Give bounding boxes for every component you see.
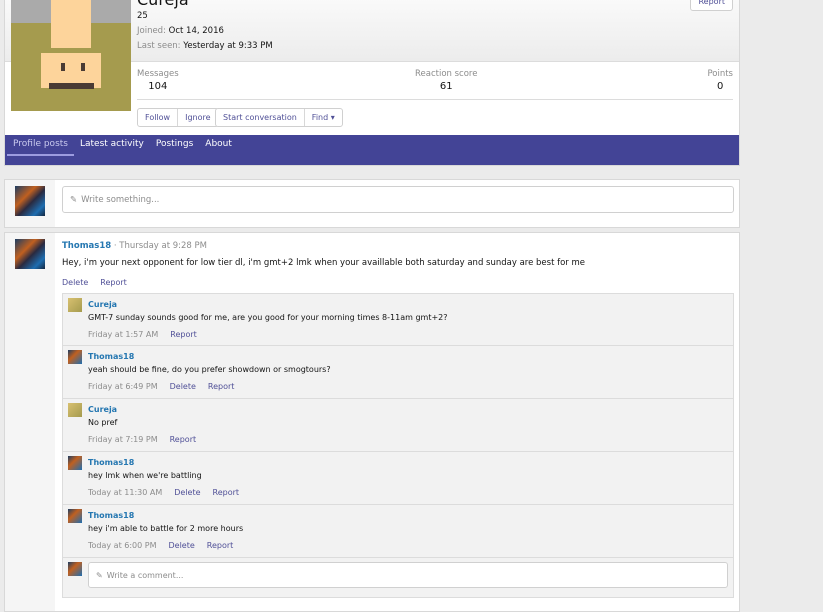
stat-points[interactable]: Points 0: [707, 69, 733, 92]
username: Cureja: [137, 0, 189, 9]
pencil-icon: ✎: [70, 194, 78, 205]
composer-placeholder: Write something...: [81, 194, 160, 205]
profile-header: Cureja 25 Joined: Oct 14, 2016 Last seen…: [4, 0, 740, 166]
post-header: Thomas18 · Thursday at 9:28 PM: [62, 241, 207, 251]
comment: Cureja No pref Friday at 7:19 PM Report: [62, 399, 734, 452]
find-dropdown[interactable]: Find ▾: [305, 109, 342, 126]
comment-text: yeah should be fine, do you prefer showd…: [88, 365, 331, 374]
report-link[interactable]: Report: [170, 330, 197, 339]
comment-avatar[interactable]: [68, 456, 82, 470]
comment-placeholder: Write a comment...: [106, 570, 184, 580]
comment-time[interactable]: Friday at 1:57 AM: [88, 330, 158, 339]
stat-messages[interactable]: Messages 104: [137, 69, 179, 92]
stat-label: Reaction score: [415, 69, 478, 79]
comment-time[interactable]: Today at 6:00 PM: [88, 541, 157, 550]
comment-text: GMT-7 sunday sounds good for me, are you…: [88, 313, 448, 322]
stat-label: Messages: [137, 69, 179, 79]
joined-date: Oct 14, 2016: [168, 26, 224, 36]
pencil-icon: ✎: [96, 570, 103, 580]
post-text: Hey, i'm your next opponent for low tier…: [62, 258, 586, 268]
my-avatar[interactable]: [15, 186, 45, 216]
delete-link[interactable]: Delete: [169, 541, 195, 550]
comment-composer: ✎ Write a comment...: [62, 558, 734, 598]
delete-link[interactable]: Delete: [174, 488, 200, 497]
tab-postings[interactable]: Postings: [150, 135, 199, 156]
comment: Thomas18 hey i'm able to battle for 2 mo…: [62, 505, 734, 558]
post-sidebar: [5, 233, 55, 611]
comment-avatar[interactable]: [68, 403, 82, 417]
tab-about[interactable]: About: [199, 135, 238, 156]
my-avatar[interactable]: [68, 562, 82, 576]
write-comment-input[interactable]: ✎ Write a comment...: [88, 562, 728, 588]
follow-ignore-group: Follow Ignore: [137, 108, 219, 127]
conversation-find-group: Start conversation Find ▾: [215, 108, 343, 127]
report-link[interactable]: Report: [208, 382, 235, 391]
comment-avatar[interactable]: [68, 350, 82, 364]
comment-time[interactable]: Friday at 7:19 PM: [88, 435, 158, 444]
user-title: 25: [137, 11, 148, 21]
joined-row: Joined: Oct 14, 2016: [137, 26, 224, 36]
report-link[interactable]: Report: [213, 488, 240, 497]
last-seen-value: Yesterday at 9:33 PM: [183, 41, 273, 51]
profile-post: Thomas18 · Thursday at 9:28 PM Hey, i'm …: [4, 232, 740, 612]
report-link[interactable]: Report: [170, 435, 197, 444]
stat-label: Points: [707, 69, 733, 79]
profile-tabs: Profile posts Latest activity Postings A…: [5, 135, 739, 165]
comment-avatar[interactable]: [68, 509, 82, 523]
comment-time[interactable]: Today at 11:30 AM: [88, 488, 162, 497]
comment-text: No pref: [88, 418, 118, 427]
comment-author[interactable]: Thomas18: [88, 458, 134, 467]
comment-text: hey lmk when we're battling: [88, 471, 202, 480]
post-time[interactable]: · Thursday at 9:28 PM: [114, 241, 207, 251]
tab-profile-posts[interactable]: Profile posts: [7, 135, 74, 156]
ignore-button[interactable]: Ignore: [178, 109, 217, 126]
post-author[interactable]: Thomas18: [62, 241, 111, 251]
comment-avatar[interactable]: [68, 298, 82, 312]
post-actions: Delete Report: [62, 278, 139, 287]
report-link[interactable]: Report: [207, 541, 234, 550]
follow-button[interactable]: Follow: [138, 109, 179, 126]
report-button[interactable]: Report: [690, 0, 733, 11]
delete-link[interactable]: Delete: [62, 278, 88, 287]
divider: [137, 99, 733, 100]
comment-author[interactable]: Cureja: [88, 405, 117, 414]
stat-value: 0: [717, 81, 724, 92]
comment: Cureja GMT-7 sunday sounds good for me, …: [62, 293, 734, 346]
joined-label: Joined:: [137, 26, 166, 36]
stat-value: 104: [148, 81, 168, 92]
comment: Thomas18 hey lmk when we're battling Tod…: [62, 452, 734, 505]
stat-value: 61: [439, 81, 453, 92]
comment-time[interactable]: Friday at 6:49 PM: [88, 382, 158, 391]
report-link[interactable]: Report: [100, 278, 127, 287]
write-something-input[interactable]: ✎ Write something...: [62, 186, 734, 213]
start-conversation-button[interactable]: Start conversation: [216, 109, 305, 126]
comment-author[interactable]: Thomas18: [88, 511, 134, 520]
author-avatar[interactable]: [15, 239, 45, 269]
profile-avatar[interactable]: [11, 0, 131, 111]
comment-author[interactable]: Thomas18: [88, 352, 134, 361]
profile-post-composer: ✎ Write something...: [4, 179, 740, 228]
last-seen-label: Last seen:: [137, 41, 181, 51]
comment-author[interactable]: Cureja: [88, 300, 117, 309]
comment-text: hey i'm able to battle for 2 more hours: [88, 524, 244, 533]
delete-link[interactable]: Delete: [170, 382, 196, 391]
comment: Thomas18 yeah should be fine, do you pre…: [62, 346, 734, 399]
last-seen-row: Last seen: Yesterday at 9:33 PM: [137, 41, 273, 51]
tab-latest-activity[interactable]: Latest activity: [74, 135, 150, 156]
stat-reaction-score[interactable]: Reaction score 61: [415, 69, 477, 92]
